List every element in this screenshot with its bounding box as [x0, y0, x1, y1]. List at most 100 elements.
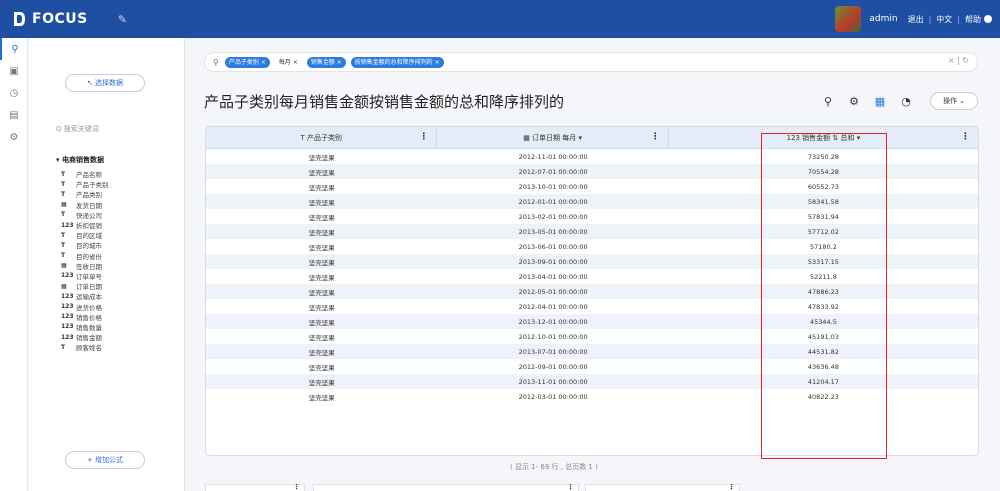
field-item[interactable]: 123 运输成本: [61, 291, 109, 302]
field-type-icon: ▦: [61, 201, 67, 209]
field-item[interactable]: 123 销售金额: [61, 332, 109, 343]
field-item[interactable]: 123 销售数量: [61, 322, 109, 332]
field-item[interactable]: ▦ 签收日期: [61, 261, 109, 271]
cell-order-date: 2013-07-01 00:00:00: [518, 347, 588, 356]
search-bar[interactable]: ⚲ 产品子类别 × 每月 × 销售金额 × 按销售金额的总和降序排列的 × × | ↻: [204, 52, 978, 72]
field-item[interactable]: T 顾客姓名: [61, 342, 109, 353]
edit-icon[interactable]: ✎: [118, 13, 127, 26]
panel-menu-icon[interactable]: ⋮: [728, 483, 735, 491]
cell-subcategory: 坚壳坚果: [308, 228, 335, 237]
search-token[interactable]: 每月 ×: [275, 57, 302, 68]
divider: |: [957, 14, 960, 24]
header-subcategory[interactable]: T 产品子类别 ⋮: [206, 127, 438, 149]
clear-refresh-icons[interactable]: × | ↻: [948, 56, 969, 65]
field-search-input[interactable]: Q 搜索关键词: [56, 124, 99, 134]
gear-icon[interactable]: ⚙: [846, 93, 862, 109]
cell-subcategory: 坚壳坚果: [308, 213, 335, 222]
cell-order-date: 2012-11-01 00:00:00: [518, 152, 588, 161]
cell-subcategory: 坚壳坚果: [308, 378, 335, 387]
search-tags: 产品子类别 × 每月 × 销售金额 × 按销售金额的总和降序排列的 ×: [224, 56, 449, 68]
pin-icon[interactable]: ⚲: [820, 93, 836, 109]
data-nav-icon[interactable]: ▤: [0, 104, 28, 126]
field-item[interactable]: T 目的城市: [61, 240, 109, 251]
cell-order-date: 2013-10-01 00:00:00: [518, 182, 588, 191]
cell-subcategory: 坚壳坚果: [308, 243, 335, 252]
cell-order-date: 2012-09-01 00:00:00: [518, 362, 588, 371]
dataset-node[interactable]: ▾ 电商销售数据: [56, 155, 104, 165]
cell-order-date: 2013-11-01 00:00:00: [518, 377, 588, 386]
field-label: 目的城市: [76, 242, 102, 251]
column-menu-icon[interactable]: ⋮: [651, 132, 660, 142]
cell-order-date: 2013-12-01 00:00:00: [518, 317, 588, 326]
field-label: 发货日期: [76, 201, 102, 210]
add-formula-button[interactable]: + 增加公式: [65, 451, 145, 469]
field-type-icon: T: [61, 190, 66, 198]
panel-menu-icon[interactable]: ⋮: [567, 483, 574, 491]
cell-order-date: 2013-05-01 00:00:00: [518, 227, 588, 236]
field-item[interactable]: T 目的省份: [61, 251, 109, 261]
focus-logo-icon: [12, 11, 26, 27]
logout-link[interactable]: 退出: [908, 14, 924, 25]
field-item[interactable]: T 产品子类别: [61, 179, 109, 190]
cell-subcategory: 坚壳坚果: [308, 198, 335, 207]
search-token[interactable]: 销售金额 ×: [306, 56, 346, 68]
field-label: 订单单号: [76, 272, 102, 281]
avatar[interactable]: [835, 6, 862, 32]
cell-subcategory: 坚壳坚果: [308, 288, 335, 297]
highlight-box: [761, 133, 887, 459]
field-item[interactable]: T 产品类别: [61, 189, 109, 200]
field-label: 顾客姓名: [76, 344, 102, 353]
cell-order-date: 2012-03-01 00:00:00: [518, 392, 588, 401]
field-item[interactable]: 123 进货价格: [61, 301, 109, 312]
field-item[interactable]: T 产品名称: [61, 169, 109, 180]
field-type-icon: 123: [61, 272, 74, 280]
history-nav-icon[interactable]: ◷: [0, 82, 28, 104]
field-item[interactable]: ▦ 发货日期: [61, 200, 109, 210]
field-type-icon: T: [61, 170, 66, 178]
user-area: admin 退出 | 中文 | 帮助: [835, 0, 992, 38]
settings-nav-icon[interactable]: ⚙: [0, 126, 28, 148]
cell-subcategory: 坚壳坚果: [308, 273, 335, 282]
panel-menu-icon[interactable]: ⋮: [293, 483, 300, 491]
field-item[interactable]: 123 销售价格: [61, 312, 109, 322]
cell-subcategory: 坚壳坚果: [308, 153, 335, 162]
data-panel: ↖ 选择数据 Q 搜索关键词 ▾ 电商销售数据 T 产品名称 T 产品子类别 T 产品类别…: [29, 38, 185, 491]
icon-sidebar: ⚲ ▣ ◷ ▤ ⚙: [0, 38, 28, 491]
dashboard-nav-icon[interactable]: ▣: [0, 60, 28, 82]
column-menu-icon[interactable]: ⋮: [961, 132, 970, 142]
user-name[interactable]: admin: [869, 14, 897, 24]
operation-button[interactable]: 操作 ⌄: [930, 92, 978, 110]
mini-panel: ⋮: [313, 483, 579, 491]
search-token[interactable]: 产品子类别 ×: [224, 56, 270, 68]
field-label: 销售数量: [76, 323, 102, 332]
divider: |: [928, 14, 932, 24]
cell-subcategory: 坚壳坚果: [308, 333, 335, 342]
help-icon[interactable]: [984, 15, 992, 23]
table-view-icon[interactable]: ▦: [872, 93, 888, 109]
field-label: 进货价格: [76, 303, 102, 312]
language-link[interactable]: 中文: [936, 14, 952, 25]
field-type-icon: 123: [61, 292, 74, 300]
select-data-button[interactable]: ↖ 选择数据: [65, 74, 145, 92]
field-type-icon: T: [61, 180, 66, 188]
cell-subcategory: 坚壳坚果: [308, 168, 335, 177]
app-logo[interactable]: FOCUS: [12, 11, 88, 27]
field-label: 产品类别: [76, 191, 102, 200]
search-token[interactable]: 按销售金额的总和降序排列的 ×: [350, 56, 444, 68]
field-item[interactable]: ▦ 订单日期: [61, 281, 109, 292]
cell-subcategory: 坚壳坚果: [308, 393, 335, 402]
field-item[interactable]: 123 折扣促销: [61, 220, 109, 231]
field-type-icon: ▦: [61, 282, 67, 290]
column-menu-icon[interactable]: ⋮: [419, 132, 428, 142]
help-link[interactable]: 帮助: [965, 14, 981, 25]
field-item[interactable]: T 快递公司: [61, 210, 109, 220]
search-nav-icon[interactable]: ⚲: [0, 38, 28, 60]
pie-chart-icon[interactable]: ◔: [898, 93, 914, 109]
cell-order-date: 2012-05-01 00:00:00: [518, 287, 588, 296]
field-item[interactable]: 123 订单单号: [61, 271, 109, 281]
field-type-icon: 123: [61, 323, 74, 331]
field-item[interactable]: T 目的区域: [61, 230, 109, 241]
field-type-icon: 123: [61, 221, 74, 229]
header-order-date[interactable]: ▦ 订单日期 每月 ▾ ⋮: [437, 127, 669, 149]
field-label: 销售价格: [76, 313, 102, 322]
